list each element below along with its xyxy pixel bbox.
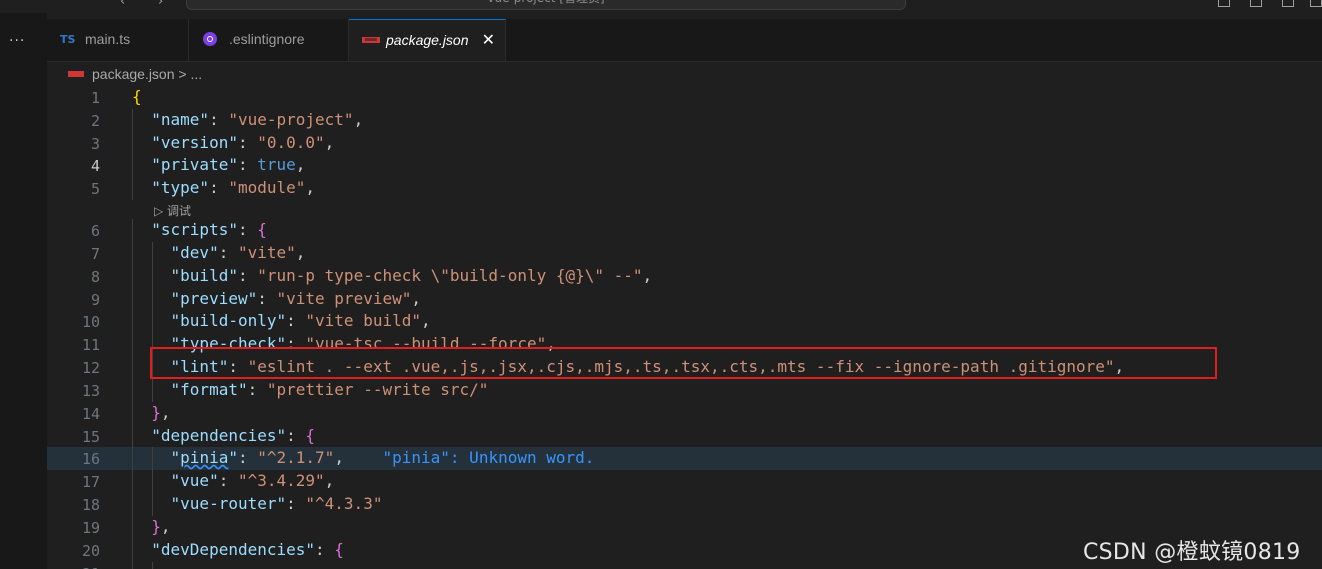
annotation-highlight-box	[150, 347, 1217, 379]
code-line: 17 "vue": "^3.4.29",	[81, 470, 335, 493]
eslint-file-icon	[203, 32, 217, 46]
line-number: 16	[81, 450, 100, 468]
code-line: 7 "dev": "vite",	[90, 242, 306, 265]
activity-bar: ···	[0, 13, 47, 569]
json-key: "build"	[170, 266, 238, 285]
json-value: "vite preview"	[276, 289, 412, 308]
line-number: 4	[90, 157, 100, 175]
json-key: "dependencies"	[151, 426, 287, 445]
line-number: 19	[81, 519, 100, 537]
watermark: CSDN @橙蚊镜0819	[1083, 540, 1301, 565]
breadcrumb-item[interactable]: package.json > ...	[92, 66, 202, 82]
more-actions-icon[interactable]: ···	[9, 33, 25, 49]
code-line: 6 "scripts": {	[90, 219, 267, 242]
code-line: 1 {	[47, 86, 1322, 109]
customize-layout-icon[interactable]	[1310, 0, 1322, 7]
debug-codelens[interactable]: ▷ 调试	[154, 202, 191, 219]
code-token: {	[132, 87, 142, 106]
code-line: 9 "preview": "vite preview",	[90, 288, 421, 311]
back-arrow-icon[interactable]: ‹	[120, 0, 125, 9]
close-icon[interactable]: ✕	[482, 30, 495, 50]
line-number: 2	[90, 112, 100, 130]
json-key: "vue"	[170, 471, 219, 490]
code-line: 14 },	[81, 402, 171, 425]
json-key: "name"	[151, 110, 210, 129]
json-value: "0.0.0"	[257, 133, 325, 152]
toggle-panel-icon[interactable]	[1250, 0, 1262, 7]
code-line: 2 "name": "vue-project",	[90, 109, 364, 132]
json-key: "private"	[151, 155, 238, 174]
line-number: 8	[90, 268, 100, 286]
line-number: 6	[90, 222, 100, 240]
code-line: 15 "dependencies": {	[81, 425, 316, 448]
json-value: true	[257, 155, 296, 174]
tab-main-ts[interactable]: TS main.ts	[47, 19, 189, 61]
json-value: "^4.3.3"	[305, 494, 383, 513]
command-center-search[interactable]: vue-project [管理员]	[186, 0, 906, 10]
title-bar: ‹ › vue-project [管理员]	[0, 0, 1322, 13]
code-editor[interactable]: 1 { 2 "name": "vue-project", 3 "version"…	[47, 86, 1322, 569]
json-value: "prettier --write src/"	[266, 380, 489, 399]
tab-label: main.ts	[85, 31, 131, 47]
code-line: 10 "build-only": "vite build",	[81, 310, 431, 333]
line-number: 17	[81, 473, 100, 491]
json-key: "preview"	[170, 289, 258, 308]
json-key: "build-only"	[170, 311, 287, 330]
npm-file-icon	[68, 71, 84, 77]
json-value: "vite"	[237, 243, 296, 262]
json-value: "vue-project"	[228, 110, 354, 129]
toggle-secondary-sidebar-icon[interactable]	[1282, 0, 1294, 7]
toggle-sidebar-icon[interactable]	[1218, 0, 1230, 7]
tab-eslintignore[interactable]: .eslintignore	[189, 19, 349, 61]
json-key-misspelled[interactable]: pinia	[180, 448, 228, 467]
typescript-file-icon: TS	[60, 33, 76, 46]
line-number: 15	[81, 428, 100, 446]
line-number: 12	[81, 359, 100, 377]
line-number: 9	[90, 291, 100, 309]
line-number: 18	[81, 496, 100, 514]
forward-arrow-icon[interactable]: ›	[158, 0, 163, 9]
json-value: "module"	[228, 178, 306, 197]
code-line: 13 "format": "prettier --write src/"	[81, 379, 489, 402]
line-number: 11	[81, 336, 100, 354]
breadcrumb: package.json > ...	[47, 62, 1322, 86]
line-number: 21	[82, 565, 100, 569]
json-key: "format"	[170, 380, 248, 399]
json-value: "run-p type-check \"build-only {@}\" --"	[257, 266, 643, 285]
json-value: "^2.1.7"	[257, 448, 335, 467]
code-line: 8 "build": "run-p type-check \"build-onl…	[90, 265, 653, 288]
json-key: "devDependencies"	[151, 540, 316, 559]
json-key: "vue-router"	[170, 494, 287, 513]
json-key: "type"	[151, 178, 210, 197]
json-value: "vite build"	[305, 311, 421, 330]
code-line: 3 "version": "0.0.0",	[90, 132, 335, 155]
line-number: 14	[81, 405, 100, 423]
line-number: 10	[81, 313, 100, 331]
json-key: "dev"	[170, 243, 219, 262]
json-value: "^3.4.29"	[237, 471, 325, 490]
editor-tabs: TS main.ts .eslintignore package.json ✕	[47, 19, 1322, 62]
tab-label: .eslintignore	[229, 31, 305, 47]
json-key: "scripts"	[151, 220, 238, 239]
json-key: "version"	[151, 133, 238, 152]
line-number: 1	[90, 89, 100, 107]
code-line-current: 4 "private": true,	[90, 154, 306, 177]
line-number: 13	[81, 382, 100, 400]
code-line: 5 "type": "module",	[90, 177, 316, 200]
line-number: 7	[90, 245, 100, 263]
tab-label: package.json	[386, 32, 469, 48]
spell-check-hint: "pinia": Unknown word.	[382, 448, 595, 467]
code-line-highlighted: 16 "pinia": "^2.1.7", "pinia": Unknown w…	[47, 447, 1322, 470]
line-number: 20	[81, 542, 100, 560]
line-number: 5	[90, 180, 100, 198]
tab-package-json[interactable]: package.json ✕	[349, 19, 506, 61]
line-number: 3	[90, 135, 100, 153]
npm-file-icon	[362, 37, 380, 43]
code-line: 18 "vue-router": "^4.3.3"	[81, 493, 383, 516]
